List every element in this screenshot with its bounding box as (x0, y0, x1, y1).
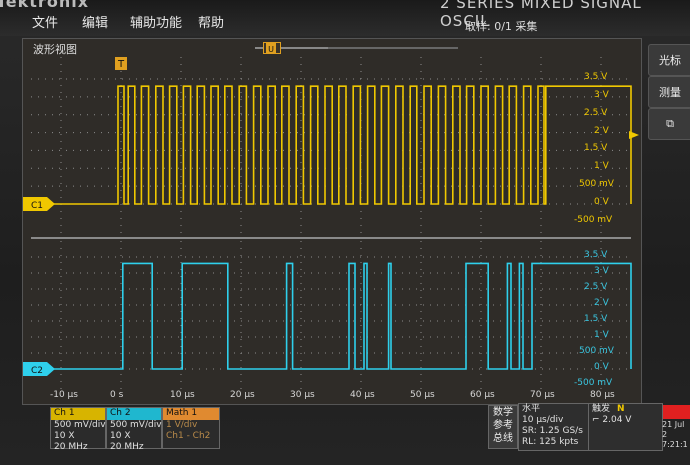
ch1-badge[interactable]: Ch 1 500 mV/div 10 X 20 MHz (50, 407, 106, 452)
ch1-y-tick-label: 0 V (594, 197, 609, 207)
math-badge[interactable]: Math 1 1 V/div Ch1 - Ch2 (162, 407, 220, 449)
math-scale: 1 V/div (166, 420, 198, 430)
ch1-y-tick-label: 2.5 V (584, 107, 608, 118)
ch2-badge-title: Ch 2 (107, 408, 161, 420)
oscilloscope-app: Tektronix 文件 编辑 辅助功能 帮助 2 SERIES MIXED S… (0, 0, 690, 465)
trigger-title: 触发 (592, 404, 611, 414)
ch1-y-tick-label: -500 mV (574, 214, 613, 225)
ch2-ground-label: C2 (31, 366, 43, 376)
menu-file[interactable]: 文件 (32, 12, 58, 31)
horizontal-scale: 10 μs/div (522, 415, 564, 425)
ch1-badge-title: Ch 1 (51, 408, 105, 420)
record-length: RL: 125 kpts (522, 437, 579, 447)
ch2-y-tick-label: 0 V (594, 362, 609, 372)
ch1-trace (31, 85, 632, 205)
ch1-scale: 500 mV/div (54, 420, 106, 430)
ch1-bandwidth: 20 MHz (54, 442, 88, 452)
x-tick-label: 30 μs (290, 390, 315, 400)
position-marker-label: U (268, 45, 274, 54)
ch2-y-tick-label: 1.5 V (584, 314, 608, 324)
x-tick-label: 70 μs (530, 390, 555, 400)
x-tick-label: 10 μs (170, 390, 195, 400)
menu-help[interactable]: 帮助 (198, 12, 224, 31)
ch1-y-tick-label: 1.5 V (584, 143, 608, 154)
menu-bar: Tektronix 文件 编辑 辅助功能 帮助 2 SERIES MIXED S… (0, 0, 690, 36)
ch2-scale: 500 mV/div (110, 420, 162, 430)
horizontal-title: 水平 (522, 404, 541, 414)
ch2-y-tick-label: 3 V (594, 266, 609, 276)
date: 21 Jul 2 (662, 420, 685, 439)
time: 7:21:1 (662, 440, 688, 449)
x-tick-label: 60 μs (470, 390, 495, 400)
horizontal-panel[interactable]: 水平 10 μs/div SR: 1.25 GS/s RL: 125 kpts (518, 403, 591, 451)
bus-label: 总线 (493, 433, 513, 444)
cursor-button[interactable]: 光标 (648, 44, 690, 76)
ch1-y-tick-label: 500 mV (579, 179, 614, 190)
ch1-y-tick-label: 2 V (594, 125, 609, 136)
ch2-bandwidth: 20 MHz (110, 442, 144, 452)
x-tick-label: 40 μs (350, 390, 375, 400)
ch2-badge[interactable]: Ch 2 500 mV/div 10 X 20 MHz (106, 407, 162, 452)
channel-divider[interactable] (31, 237, 631, 239)
trigger-edge-icon: ⌐ (592, 415, 603, 425)
acquisition-status: 取样: 0/1 采集 (465, 20, 538, 33)
menu-utility[interactable]: 辅助功能 (130, 12, 182, 31)
waveform-view[interactable]: 波形视图 T U C1 C2 (22, 38, 642, 405)
ch1-y-tick-label: 1 V (594, 161, 609, 172)
ch1-probe: 10 X (54, 431, 75, 441)
trigger-panel[interactable]: 触发 N ⌐ 2.04 V (588, 403, 663, 451)
trigger-level: ⌐ 2.04 V (592, 415, 662, 426)
math-expression: Ch1 - Ch2 (166, 431, 211, 441)
ref-label: 参考 (493, 420, 513, 431)
sample-rate: SR: 1.25 GS/s (522, 426, 583, 436)
trigger-level-arrow (629, 131, 639, 139)
ch1-ground-label: C1 (31, 201, 43, 211)
math-label: 数学 (493, 407, 513, 418)
trigger-marker-label: T (117, 59, 125, 70)
x-tick-label: 20 μs (230, 390, 255, 400)
trigger-mode: N (617, 404, 625, 414)
ch2-y-tick-label: 2 V (594, 298, 609, 308)
ch2-y-tick-label: 3.5 V (584, 250, 608, 260)
ch1-y-tick-label: 3.5 V (584, 72, 608, 82)
ch2-y-tick-label: 1 V (594, 330, 609, 340)
math-badge-title: Math 1 (163, 408, 219, 420)
math-ref-bus-button[interactable]: 数学 参考 总线 (488, 405, 518, 449)
measure-button[interactable]: 测量 (648, 76, 690, 108)
x-tick-label: -10 μs (50, 390, 78, 400)
ch2-y-tick-label: -500 mV (574, 378, 613, 388)
x-tick-label: 0 s (110, 390, 124, 400)
run-stop-button[interactable] (663, 405, 690, 419)
waveform-plot: T U C1 C2 (23, 43, 639, 391)
ch2-y-tick-label: 2.5 V (584, 282, 608, 292)
trigger-level-value: 2.04 V (602, 415, 632, 425)
x-tick-label: 50 μs (410, 390, 435, 400)
brand-logo: Tektronix (0, 0, 90, 11)
ch2-probe: 10 X (110, 431, 131, 441)
zoom-icon[interactable]: ⧉ (648, 108, 690, 140)
date-time: 21 Jul 2 7:21:1 (662, 420, 690, 450)
menu-edit[interactable]: 编辑 (82, 12, 108, 31)
x-tick-label: 80 μs (590, 390, 615, 400)
ch1-y-tick-label: 3 V (594, 89, 609, 100)
ch2-y-tick-label: 500 mV (579, 346, 614, 356)
